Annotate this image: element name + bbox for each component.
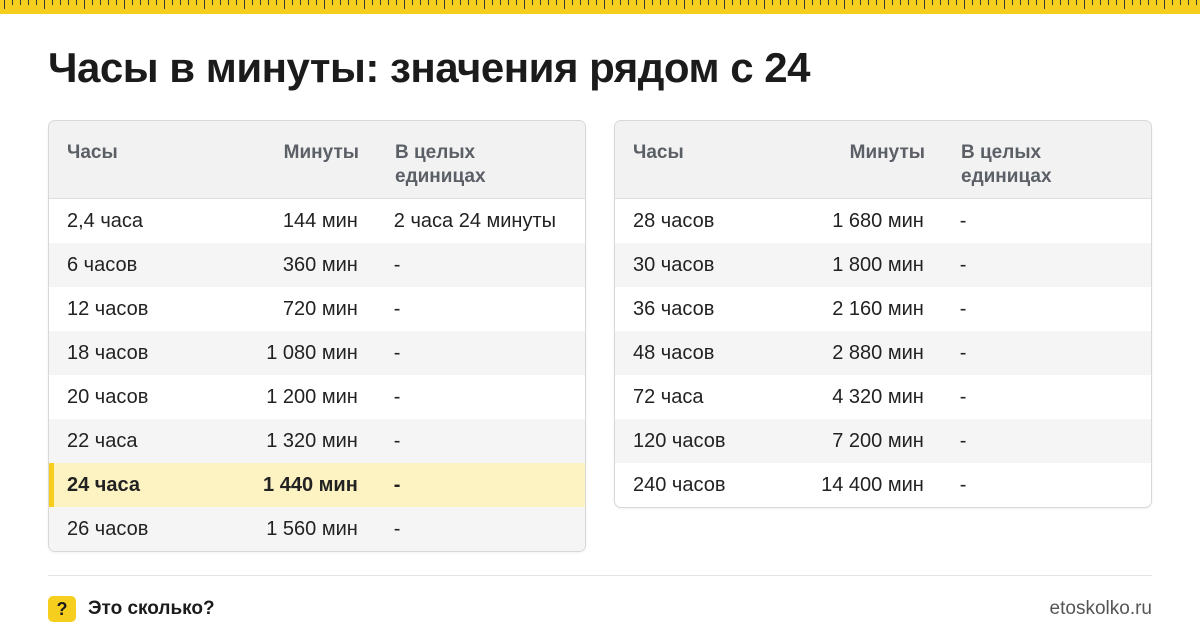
cell-units: -: [959, 209, 967, 232]
cell-hours: 12 часов: [67, 297, 149, 320]
table-row: 2,4 часа 144 мин 2 часа 24 минуты: [49, 199, 585, 243]
table-header: Часы Минуты В целых единицах: [49, 121, 585, 199]
cell-minutes: 360 мин: [282, 253, 358, 276]
cell-hours: 6 часов: [67, 253, 138, 276]
cell-units: -: [393, 429, 401, 452]
cell-hours: 240 часов: [633, 473, 726, 496]
cell-hours: 24 часа: [67, 473, 141, 496]
table-row: 6 часов 360 мин -: [49, 243, 585, 287]
table-row: 26 часов 1 560 мин -: [49, 507, 585, 551]
table-body: 2,4 часа 144 мин 2 часа 24 минуты 6 часо…: [49, 199, 585, 551]
brand-name: Это сколько?: [88, 598, 215, 619]
column-header-units: В целых единицах: [395, 142, 486, 187]
cell-minutes: 4 320 мин: [832, 385, 924, 408]
table-header: Часы Минуты В целых единицах: [615, 121, 1151, 199]
table-row: 120 часов 7 200 мин -: [615, 419, 1151, 463]
cell-hours: 120 часов: [633, 429, 726, 452]
table-right: Часы Минуты В целых единицах 28 часов 1 …: [614, 120, 1152, 508]
table-row: 48 часов 2 880 мин -: [615, 331, 1151, 375]
column-header-hours: Часы: [633, 142, 684, 163]
cell-units: -: [959, 473, 967, 496]
cell-minutes: 7 200 мин: [832, 429, 924, 452]
cell-hours: 30 часов: [633, 253, 715, 276]
cell-minutes: 1 320 мин: [266, 429, 358, 452]
table-row: 22 часа 1 320 мин -: [49, 419, 585, 463]
cell-units: -: [393, 297, 401, 320]
column-header-minutes: Минуты: [283, 142, 359, 163]
cell-units: -: [393, 253, 401, 276]
cell-units: -: [959, 385, 967, 408]
cell-hours: 18 часов: [67, 341, 149, 364]
column-header-minutes: Минуты: [849, 142, 925, 163]
table-row: 36 часов 2 160 мин -: [615, 287, 1151, 331]
cell-hours: 22 часа: [67, 429, 138, 452]
cell-units: 2 часа 24 минуты: [393, 209, 557, 232]
table-row: 12 часов 720 мин -: [49, 287, 585, 331]
cell-hours: 48 часов: [633, 341, 715, 364]
cell-units: -: [393, 517, 401, 540]
cell-minutes: 1 440 мин: [263, 473, 358, 496]
cell-units: -: [959, 429, 967, 452]
table-row: 18 часов 1 080 мин -: [49, 331, 585, 375]
cell-minutes: 14 400 мин: [821, 473, 924, 496]
cell-units: -: [393, 385, 401, 408]
footer-divider: [48, 575, 1152, 576]
question-mark-icon: ?: [48, 596, 76, 622]
table-left: Часы Минуты В целых единицах 2,4 часа 14…: [48, 120, 586, 552]
cell-hours: 28 часов: [633, 209, 715, 232]
table-row: 240 часов 14 400 мин -: [615, 463, 1151, 507]
table-row-highlighted: 24 часа 1 440 мин -: [49, 463, 585, 507]
cell-minutes: 144 мин: [282, 209, 358, 232]
cell-units: -: [393, 341, 401, 364]
cell-minutes: 1 560 мин: [266, 517, 358, 540]
column-header-units: В целых единицах: [961, 142, 1052, 187]
table-row: 20 часов 1 200 мин -: [49, 375, 585, 419]
cell-hours: 26 часов: [67, 517, 149, 540]
table-row: 30 часов 1 800 мин -: [615, 243, 1151, 287]
cell-hours: 20 часов: [67, 385, 149, 408]
cell-minutes: 2 880 мин: [832, 341, 924, 364]
page-title: Часы в минуты: значения рядом с 24: [48, 44, 811, 91]
column-header-hours: Часы: [67, 142, 118, 163]
cell-minutes: 1 200 мин: [266, 385, 358, 408]
cell-units: -: [959, 297, 967, 320]
ruler-decoration: [0, 0, 1200, 14]
cell-minutes: 1 800 мин: [832, 253, 924, 276]
cell-hours: 72 часа: [633, 385, 704, 408]
table-row: 28 часов 1 680 мин -: [615, 199, 1151, 243]
site-url[interactable]: etoskolko.ru: [1050, 598, 1152, 620]
table-body: 28 часов 1 680 мин - 30 часов 1 800 мин …: [615, 199, 1151, 507]
cell-units: -: [393, 473, 401, 496]
cell-minutes: 720 мин: [282, 297, 358, 320]
cell-hours: 36 часов: [633, 297, 715, 320]
table-row: 72 часа 4 320 мин -: [615, 375, 1151, 419]
cell-minutes: 1 680 мин: [832, 209, 924, 232]
cell-hours: 2,4 часа: [67, 209, 144, 232]
cell-units: -: [959, 341, 967, 364]
cell-units: -: [959, 253, 967, 276]
cell-minutes: 1 080 мин: [266, 341, 358, 364]
cell-minutes: 2 160 мин: [832, 297, 924, 320]
